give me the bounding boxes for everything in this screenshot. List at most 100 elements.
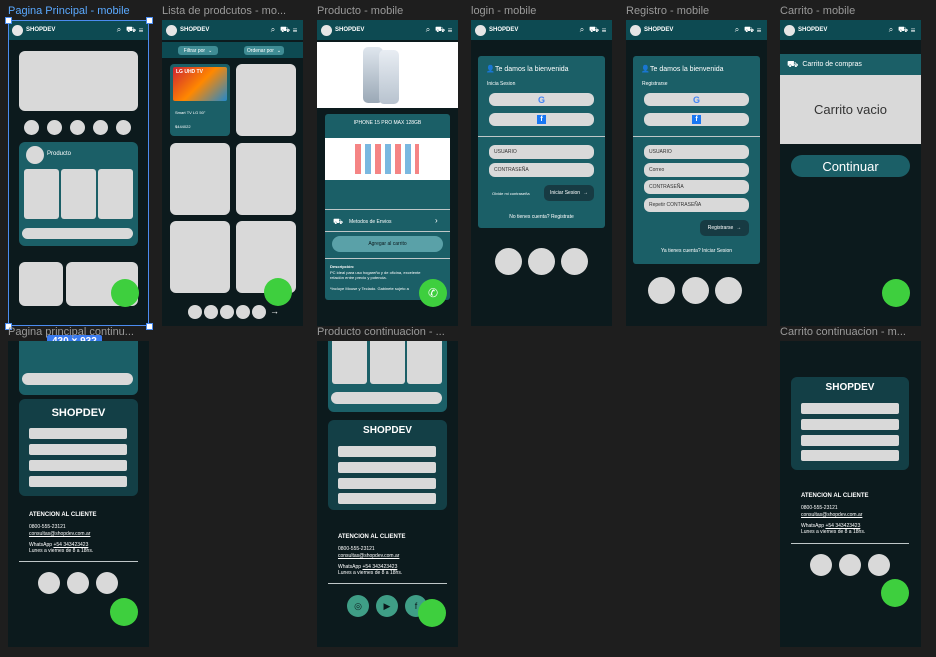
support-email[interactable]: consultas@shopdev.com.ar: [338, 553, 399, 559]
frame-label-cart[interactable]: Carrito - mobile: [780, 5, 920, 17]
instagram-icon[interactable]: ◎: [347, 595, 369, 617]
email-input[interactable]: Correo: [644, 163, 749, 177]
page-dot[interactable]: [236, 305, 250, 319]
product-bar[interactable]: [331, 392, 442, 404]
footer-link[interactable]: [29, 428, 127, 439]
frame-label-cart-cont[interactable]: Carrito continuacion - m...: [780, 326, 920, 338]
social-circle[interactable]: [682, 277, 709, 304]
frame-label-list[interactable]: Lista de prodcutos - mo...: [162, 5, 302, 17]
footer-link[interactable]: [338, 493, 436, 504]
social-circle[interactable]: [839, 554, 861, 576]
password-input[interactable]: CONTRASEÑA: [644, 180, 749, 194]
social-circle[interactable]: [495, 248, 522, 275]
product-card[interactable]: [170, 143, 230, 215]
username-input[interactable]: USUARIO: [644, 145, 749, 159]
social-circle[interactable]: [528, 248, 555, 275]
frame-cart[interactable]: SHOPDEV ⌕ ⛟ ≡ ⛟ Carrito de compras Carri…: [780, 20, 921, 326]
resize-handle[interactable]: [5, 17, 12, 24]
social-circle[interactable]: [868, 554, 890, 576]
google-button[interactable]: G: [489, 93, 594, 106]
cart-icon[interactable]: ⛟: [744, 25, 754, 35]
page-dot[interactable]: [252, 305, 266, 319]
order-dropdown[interactable]: Ordenar por ⌄: [244, 46, 284, 55]
whatsapp-fab[interactable]: [264, 278, 292, 306]
search-icon[interactable]: ⌕: [887, 25, 895, 35]
frame-label-product-cont[interactable]: Producto continuacion - ...: [317, 326, 457, 338]
frame-product-continuation[interactable]: SHOPDEV ATENCION AL CLIENTE 0800-555-231…: [317, 341, 458, 647]
whatsapp-fab[interactable]: [881, 579, 909, 607]
frame-list[interactable]: SHOPDEV ⌕ ⛟ ≡ Filtrar por ⌄ Ordenar por ⌄ …: [162, 20, 303, 326]
frame-label-product[interactable]: Producto - mobile: [317, 5, 457, 17]
register-link[interactable]: No tienes cuenta? Registrate: [478, 214, 605, 220]
frame-label-home[interactable]: Pagina Principal - mobile: [8, 5, 148, 17]
frame-home-continuation[interactable]: SHOPDEV ATENCION AL CLIENTE 0800-555-231…: [8, 341, 149, 647]
filter-dropdown[interactable]: Filtrar por ⌄: [178, 46, 218, 55]
facebook-button[interactable]: f: [644, 113, 749, 126]
cart-icon[interactable]: ⛟: [435, 25, 445, 35]
password-input[interactable]: CONTRASEÑA: [489, 163, 594, 177]
register-submit-button[interactable]: Registrarse →: [700, 220, 749, 236]
whatsapp-fab[interactable]: [110, 598, 138, 626]
whatsapp-fab[interactable]: [882, 279, 910, 307]
google-button[interactable]: G: [644, 93, 749, 106]
cart-icon[interactable]: ⛟: [589, 25, 599, 35]
social-circle[interactable]: [561, 248, 588, 275]
menu-icon[interactable]: ≡: [446, 26, 454, 35]
frame-label-login[interactable]: login - mobile: [471, 5, 611, 17]
menu-icon[interactable]: ≡: [909, 26, 917, 35]
product-card[interactable]: [236, 143, 296, 215]
footer-link[interactable]: [338, 446, 436, 457]
social-circle[interactable]: [38, 572, 60, 594]
support-email[interactable]: consultas@shopdev.com.ar: [801, 512, 862, 518]
footer-link[interactable]: [801, 450, 899, 461]
support-email[interactable]: consultas@shopdev.com.ar: [29, 531, 90, 537]
product-card[interactable]: [236, 64, 296, 136]
search-icon[interactable]: ⌕: [269, 25, 277, 35]
product-card[interactable]: [170, 221, 230, 293]
footer-link[interactable]: [338, 462, 436, 473]
frame-label-register[interactable]: Registro - mobile: [626, 5, 766, 17]
footer-link[interactable]: [801, 403, 899, 414]
product-bar[interactable]: [22, 373, 133, 385]
menu-icon[interactable]: ≡: [600, 26, 608, 35]
frame-label-home-cont[interactable]: Pagina principal continu...: [8, 326, 148, 338]
shipping-label[interactable]: Metodos de Envios: [349, 219, 392, 225]
social-circle[interactable]: [810, 554, 832, 576]
cart-icon[interactable]: ⛟: [898, 25, 908, 35]
social-circle[interactable]: [648, 277, 675, 304]
youtube-icon[interactable]: ▶: [376, 595, 398, 617]
frame-cart-continuation[interactable]: SHOPDEV ATENCION AL CLIENTE 0800-555-231…: [780, 341, 921, 647]
page-dot[interactable]: [220, 305, 234, 319]
page-dot[interactable]: [188, 305, 202, 319]
menu-icon[interactable]: ≡: [755, 26, 763, 35]
continue-button[interactable]: Continuar: [791, 155, 910, 177]
menu-icon[interactable]: ≡: [291, 26, 299, 35]
search-icon[interactable]: ⌕: [424, 25, 432, 35]
whatsapp-fab[interactable]: [418, 599, 446, 627]
frame-login[interactable]: SHOPDEV ⌕ ⛟ ≡ 👤 Te damos la bienvenida I…: [471, 20, 612, 326]
page-dot[interactable]: [204, 305, 218, 319]
arrow-right-icon[interactable]: →: [270, 306, 279, 316]
login-submit-button[interactable]: Iniciar Sesion →: [544, 185, 594, 201]
resize-handle[interactable]: [146, 17, 153, 24]
footer-link[interactable]: [29, 444, 127, 455]
social-circle[interactable]: [715, 277, 742, 304]
social-circle[interactable]: [67, 572, 89, 594]
cart-icon[interactable]: ⛟: [280, 25, 290, 35]
search-icon[interactable]: ⌕: [733, 25, 741, 35]
footer-link[interactable]: [801, 435, 899, 446]
login-link[interactable]: Ya tienes cuenta? Iniciar Sesion: [633, 248, 760, 254]
whatsapp-icon[interactable]: ✆: [419, 279, 447, 307]
forgot-password-link[interactable]: Olvide mi contraseña: [492, 191, 530, 196]
search-icon[interactable]: ⌕: [578, 25, 586, 35]
frame-product[interactable]: SHOPDEV ⌕ ⛟ ≡ IPHONE 15 PRO MAX 128GB ⛟ …: [317, 20, 458, 326]
repeat-password-input[interactable]: Repetir CONTRASEÑA: [644, 198, 749, 212]
footer-link[interactable]: [801, 419, 899, 430]
footer-link[interactable]: [338, 478, 436, 489]
social-circle[interactable]: [96, 572, 118, 594]
username-input[interactable]: USUARIO: [489, 145, 594, 159]
footer-link[interactable]: [29, 476, 127, 487]
facebook-button[interactable]: f: [489, 113, 594, 126]
frame-register[interactable]: SHOPDEV ⌕ ⛟ ≡ 👤 Te damos la bienvenida R…: [626, 20, 767, 326]
chevron-right-icon[interactable]: ›: [435, 216, 438, 225]
